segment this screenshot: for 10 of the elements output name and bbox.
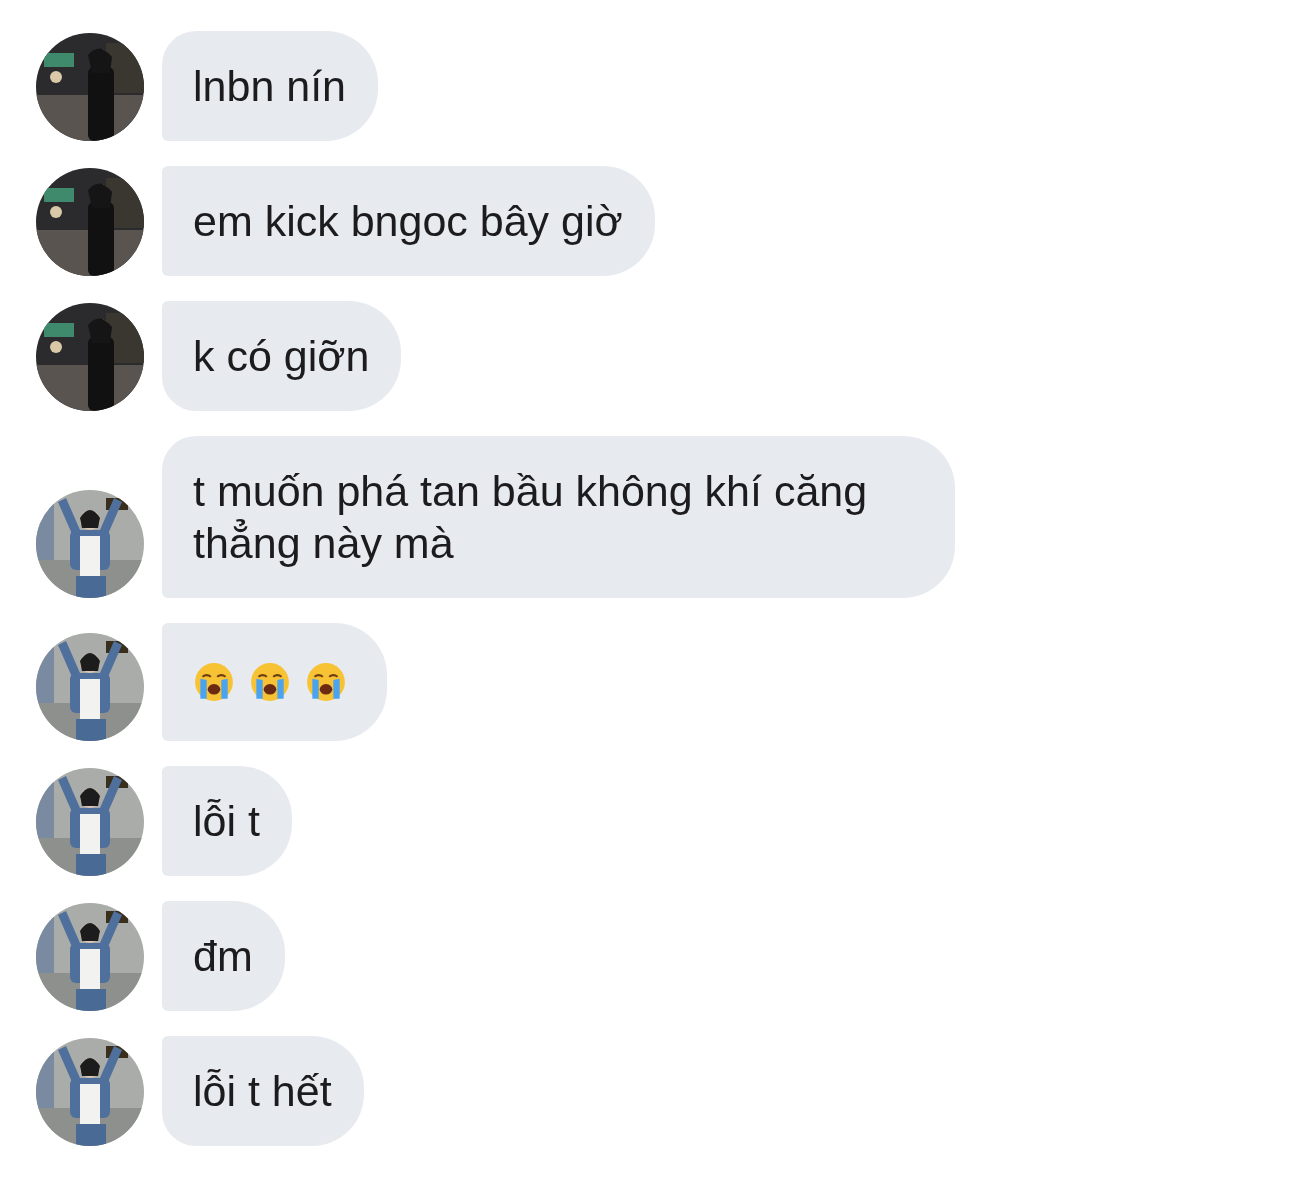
message-bubble: đm: [162, 901, 285, 1011]
message-bubble: lỗi t hết: [162, 1036, 364, 1146]
message-bubble: t muốn phá tan bầu không khí căng thẳng này mà: [162, 436, 955, 598]
message-bubble: em kick bngoc bây giờ: [162, 166, 655, 276]
message-bubble: lnbn nín: [162, 31, 379, 141]
message-bubble: k có giỡn: [162, 301, 402, 411]
message-bubble: lỗi t: [162, 766, 292, 876]
crying-face-icon: [193, 661, 235, 703]
crying-face-icon: [305, 661, 347, 703]
crying-face-icon: [249, 661, 291, 703]
